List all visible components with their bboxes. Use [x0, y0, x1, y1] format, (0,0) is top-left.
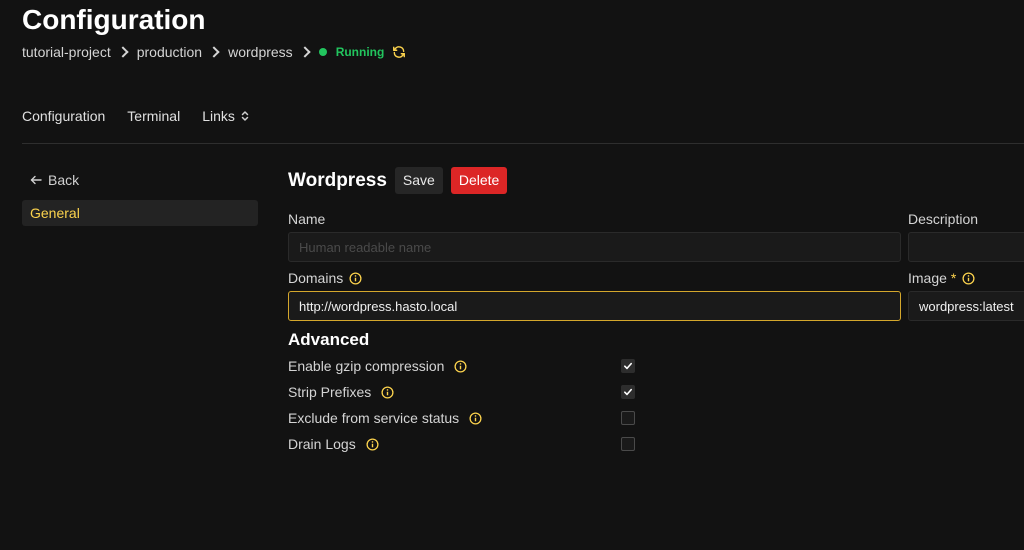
tab-links[interactable]: Links [202, 108, 249, 124]
chevron-right-icon [208, 46, 220, 58]
breadcrumb-project[interactable]: tutorial-project [22, 44, 111, 60]
description-label-text: Description [908, 211, 979, 227]
check-icon [624, 388, 632, 396]
page-title: Configuration [22, 4, 206, 35]
image-label: Image * [908, 270, 975, 286]
option-drain-logs: Drain Logs [288, 434, 636, 454]
breadcrumb-environment[interactable]: production [137, 44, 202, 60]
gzip-checkbox[interactable] [621, 359, 635, 373]
tab-links-label: Links [202, 108, 235, 124]
arrow-left-icon [30, 175, 42, 185]
domains-label: Domains [288, 270, 362, 286]
strip-prefixes-checkbox[interactable] [621, 385, 635, 399]
save-button[interactable]: Save [394, 167, 443, 194]
tab-divider [22, 143, 1024, 144]
back-link[interactable]: Back [30, 172, 79, 188]
option-exclude-status: Exclude from service status [288, 408, 636, 428]
tab-bar: Configuration Terminal Links [22, 108, 271, 124]
info-icon[interactable] [366, 437, 379, 451]
option-label: Enable gzip compression [288, 358, 445, 374]
back-label: Back [48, 172, 80, 188]
name-label: Name [288, 211, 325, 227]
tab-configuration[interactable]: Configuration [22, 108, 105, 124]
info-icon[interactable] [962, 271, 975, 285]
option-gzip: Enable gzip compression [288, 356, 636, 376]
description-label: Description [908, 211, 978, 227]
exclude-status-checkbox[interactable] [621, 411, 635, 425]
breadcrumb: tutorial-project production wordpress Ru… [22, 44, 406, 60]
service-header: Wordpress Save Delete [288, 167, 515, 194]
option-label: Strip Prefixes [288, 384, 372, 400]
info-icon[interactable] [381, 385, 394, 399]
image-label-text: Image [908, 270, 947, 286]
image-input[interactable] [908, 291, 1024, 321]
check-icon [624, 362, 632, 370]
option-label: Drain Logs [288, 436, 356, 452]
info-icon[interactable] [469, 411, 482, 425]
domains-label-text: Domains [288, 270, 344, 286]
advanced-heading: Advanced [288, 330, 370, 349]
name-label-text: Name [288, 211, 326, 227]
chevron-updown-icon [241, 110, 249, 122]
status-badge: Running [335, 45, 385, 59]
status-dot-icon [318, 48, 327, 56]
name-input[interactable] [288, 232, 901, 262]
chevron-right-icon [299, 46, 311, 58]
required-marker: * [950, 270, 957, 286]
domains-input[interactable] [288, 291, 901, 321]
description-input[interactable] [908, 232, 1024, 262]
refresh-icon[interactable] [392, 45, 406, 59]
breadcrumb-service[interactable]: wordpress [228, 44, 293, 60]
chevron-right-icon [117, 46, 129, 58]
service-title: Wordpress [288, 169, 387, 191]
option-strip-prefixes: Strip Prefixes [288, 382, 636, 402]
tab-terminal[interactable]: Terminal [127, 108, 180, 124]
sidebar-item-general[interactable]: General [22, 200, 258, 226]
delete-button[interactable]: Delete [450, 167, 508, 194]
option-label: Exclude from service status [288, 410, 460, 426]
info-icon[interactable] [349, 271, 362, 285]
info-icon[interactable] [454, 359, 467, 373]
drain-logs-checkbox[interactable] [621, 437, 635, 451]
